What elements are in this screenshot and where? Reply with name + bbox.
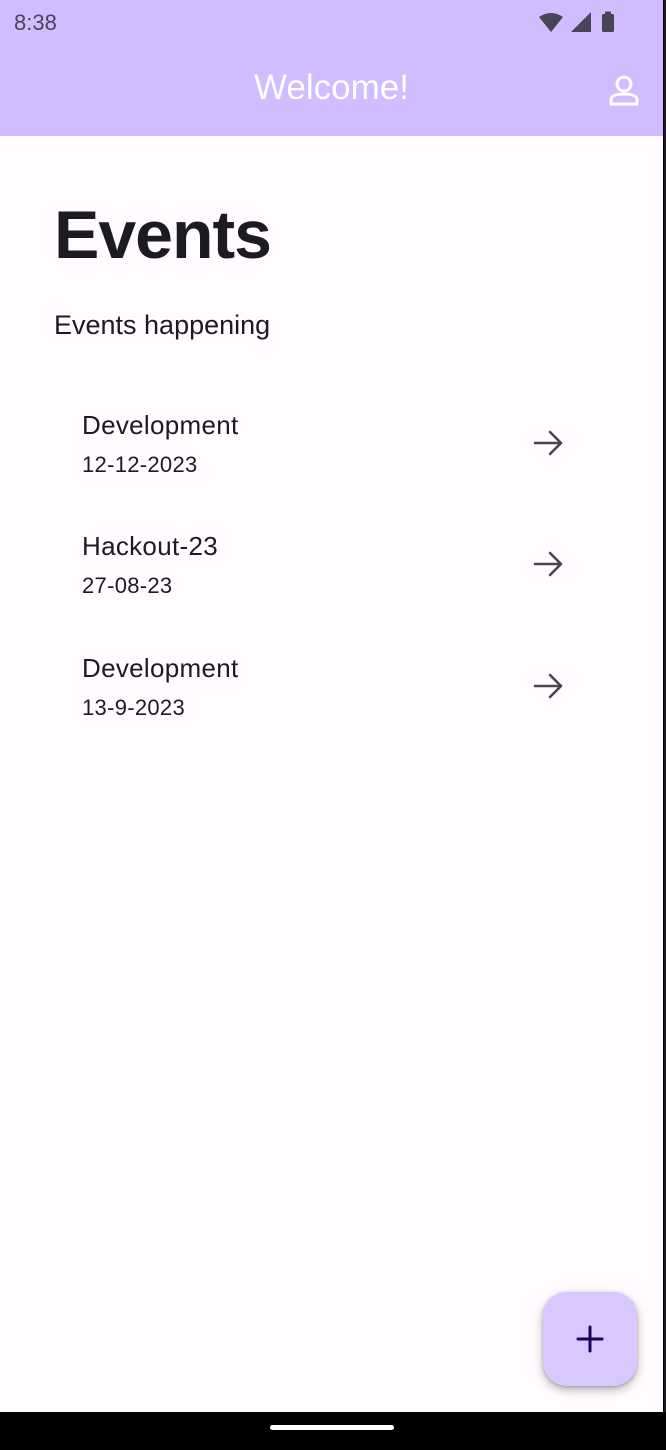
event-name: Development (82, 410, 239, 440)
arrow-right-icon (533, 673, 563, 699)
signal-icon (571, 12, 591, 32)
app-screen: 8:38 Welcome! Events Events happening De… (0, 0, 664, 1412)
page-subtitle: Events happening (54, 310, 271, 340)
event-date: 13-9-2023 (82, 695, 185, 720)
plus-icon (576, 1325, 604, 1353)
wifi-icon (539, 13, 563, 32)
arrow-right-icon (533, 551, 563, 577)
system-navigation-bar (0, 1412, 666, 1450)
event-date: 27-08-23 (82, 573, 173, 598)
arrow-right-icon (533, 430, 563, 456)
event-name: Hackout-23 (82, 531, 218, 561)
home-gesture-handle[interactable] (270, 1425, 394, 1430)
status-bar: 8:38 (0, 0, 663, 44)
event-date: 12-12-2023 (82, 452, 198, 477)
app-bar: Welcome! (0, 44, 663, 136)
profile-button[interactable] (602, 70, 646, 114)
page-title: Events (54, 197, 272, 273)
event-list-item[interactable]: Hackout-23 27-08-23 (54, 531, 594, 641)
status-icons (539, 11, 614, 32)
event-list-item[interactable]: Development 12-12-2023 (54, 410, 594, 520)
event-list-item[interactable]: Development 13-9-2023 (54, 653, 594, 763)
add-event-button[interactable] (543, 1292, 637, 1386)
person-icon (609, 75, 639, 106)
status-time: 8:38 (14, 10, 57, 35)
app-title: Welcome! (254, 68, 409, 107)
event-name: Development (82, 653, 239, 683)
battery-icon (602, 11, 614, 32)
